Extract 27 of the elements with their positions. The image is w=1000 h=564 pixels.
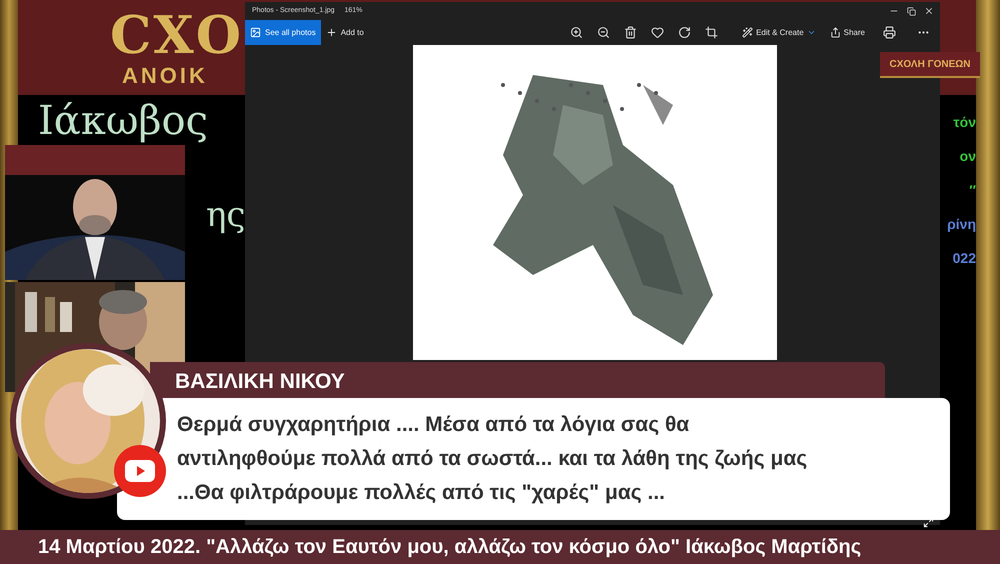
wand-icon (742, 27, 754, 38)
banner-title: ϹΧΟ (110, 8, 244, 64)
speaker-name: Ιάκωβος (38, 99, 208, 143)
slide-text: 022 (952, 249, 976, 268)
banner-subtitle: ΑΝΟΙΚ (121, 64, 208, 88)
ticker-text: 14 Μαρτίου 2022. "Αλλάζω τον Εαυτόν μου, αλλάζω τον κόσμο όλο" Ιάκωβος Μαρτίδης (38, 535, 862, 560)
comment-text: ...Θα φιλτράρουμε πολλές από τις "χαρές" μας ... (177, 480, 666, 506)
comment-author: ΒΑΣΙΛΙΚΗ ΝΙΚΟΥ (175, 369, 345, 396)
plus-icon (326, 27, 337, 38)
chevron-down-icon (806, 28, 816, 37)
restore-icon[interactable] (907, 6, 916, 16)
close-icon[interactable] (924, 6, 934, 16)
slide-text: ″ (969, 181, 976, 200)
logo-text: ϹΧΟΛΗ ΓΟΝΕΩΝ (890, 58, 970, 72)
share-button[interactable]: Share (826, 20, 868, 45)
see-all-photos-button[interactable]: See all photos (245, 20, 321, 45)
slide-text: ον (960, 147, 976, 166)
speaker-surname: ης (206, 195, 246, 235)
edit-create-button[interactable]: Edit & Create (739, 20, 819, 45)
photo-icon (250, 27, 261, 38)
slide-text: ρίνη (947, 215, 976, 234)
share-icon (830, 27, 841, 38)
comment-text: αντιληφθούμε πολλά από τα σωστά... και τα λάθη της ζωής μας (177, 446, 808, 472)
add-to-button[interactable]: Add to (320, 20, 369, 45)
slide-text: τόν (953, 113, 976, 132)
comment-text: Θερμά συγχαρητήρια .... Μέσα από τα λόγια σας θα (177, 412, 690, 438)
expand-icon[interactable] (923, 517, 934, 528)
